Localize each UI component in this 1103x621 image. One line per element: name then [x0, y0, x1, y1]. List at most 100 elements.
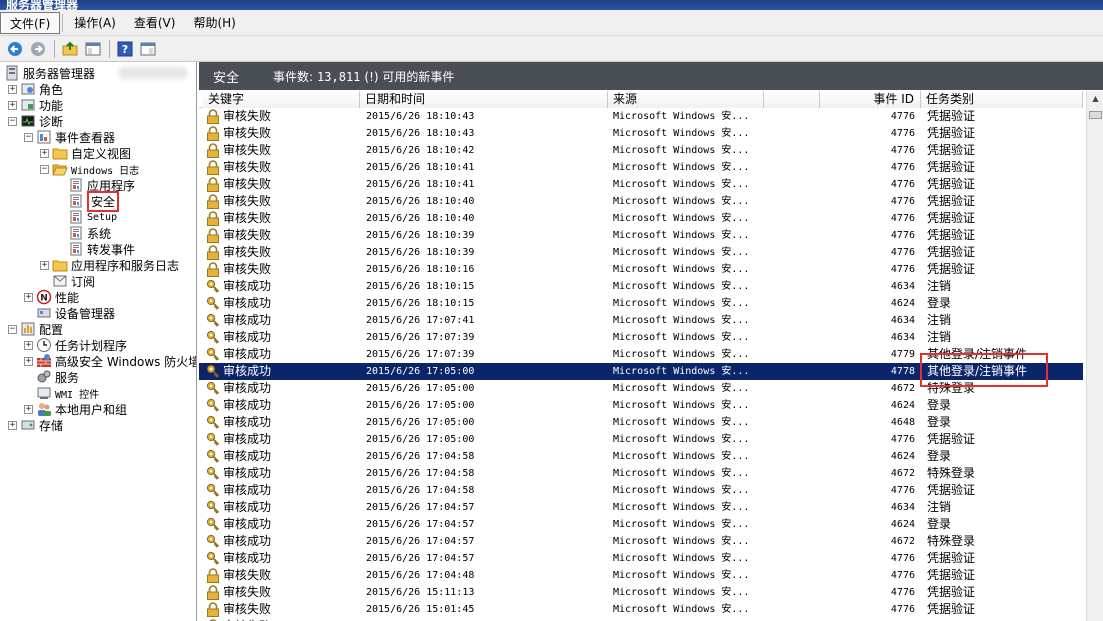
- navigation-tree[interactable]: 服务器管理器 + 角色 + 功能 − 诊断 − 事件查看器 + 自定义视图 − Windows 日志 应用…: [0, 62, 197, 621]
- help-icon[interactable]: ?: [114, 38, 136, 60]
- tree-item[interactable]: 转发事件: [68, 241, 135, 257]
- cell-keyword: 审核成功: [206, 516, 356, 533]
- tree-item[interactable]: 任务计划程序: [36, 337, 127, 353]
- cell-datetime: 2015/6/26 18:10:15: [366, 298, 475, 309]
- tree-item[interactable]: 存储: [20, 417, 63, 433]
- table-row[interactable]: 审核失败 2015/6/26 18:10:43 Microsoft Windows …: [199, 125, 1083, 142]
- tree-item[interactable]: 安全: [68, 190, 120, 212]
- new-events-notice[interactable]: (!) 可用的新事件: [364, 70, 454, 84]
- event-table[interactable]: 审核失败 2015/6/26 18:10:43 Microsoft Windows …: [199, 108, 1083, 621]
- tree-item[interactable]: 订阅: [52, 273, 95, 289]
- table-row[interactable]: 审核成功 2015/6/26 18:10:15 Microsoft Windows …: [199, 295, 1083, 312]
- tree-item[interactable]: 高级安全 Windows 防火墙: [36, 353, 196, 369]
- table-row[interactable]: 审核失败 2015/6/26 18:10:42 Microsoft Windows …: [199, 142, 1083, 159]
- tree-item[interactable]: N 性能: [36, 289, 79, 305]
- table-row[interactable]: 审核成功 2015/6/26 17:07:39 Microsoft Windows …: [199, 329, 1083, 346]
- table-row[interactable]: 审核成功 2015/6/26 17:05:00 Microsoft Windows …: [199, 363, 1083, 380]
- expand-toggle-icon[interactable]: +: [24, 341, 33, 350]
- action-pane-icon[interactable]: [137, 38, 159, 60]
- tree-item[interactable]: 功能: [20, 97, 63, 113]
- table-row[interactable]: 审核失败 2015/6/26 18:10:39 Microsoft Windows …: [199, 244, 1083, 261]
- cell-datetime: 2015/6/26 18:10:16: [366, 264, 475, 275]
- table-row[interactable]: 审核失败 2015/6/26 18:10:41 Microsoft Windows …: [199, 159, 1083, 176]
- table-row[interactable]: 审核成功 2015/6/26 17:04:57 Microsoft Windows …: [199, 516, 1083, 533]
- menu-item-1[interactable]: 操作(A): [65, 12, 125, 34]
- table-row[interactable]: 审核失败 2015/6/26 18:10:40 Microsoft Windows …: [199, 210, 1083, 227]
- tree-item-label: 订阅: [71, 274, 96, 289]
- cell-keyword: 审核成功: [206, 465, 356, 482]
- cell-task-category: 注销: [927, 279, 952, 293]
- column-header-task-category[interactable]: 任务类别: [921, 91, 1083, 108]
- table-row[interactable]: 审核成功 2015/6/26 17:05:00 Microsoft Windows …: [199, 397, 1083, 414]
- table-row[interactable]: 审核成功 2015/6/26 17:05:00 Microsoft Windows …: [199, 380, 1083, 397]
- tree-item[interactable]: 本地用户和组: [36, 401, 127, 417]
- cell-event-id: 4778: [890, 366, 915, 377]
- back-icon[interactable]: [4, 38, 26, 60]
- tree-item[interactable]: 设备管理器: [36, 305, 115, 321]
- expand-toggle-icon[interactable]: +: [24, 405, 33, 414]
- table-row[interactable]: 审核成功 2015/6/26 17:05:00 Microsoft Windows …: [199, 414, 1083, 431]
- table-row[interactable]: 审核成功 2015/6/26 17:05:00 Microsoft Windows …: [199, 431, 1083, 448]
- expand-toggle-icon[interactable]: +: [8, 101, 17, 110]
- column-header-keyword[interactable]: 关键字: [203, 91, 360, 108]
- keyword-text: 审核失败: [223, 194, 272, 208]
- tree-item[interactable]: WMI 控件: [36, 385, 99, 401]
- cell-source: Microsoft Windows 安...: [613, 349, 750, 360]
- up-folder-icon[interactable]: [59, 38, 81, 60]
- tree-item[interactable]: 角色: [20, 81, 63, 97]
- expand-toggle-icon[interactable]: +: [8, 421, 17, 430]
- vertical-scrollbar[interactable]: ▲: [1086, 91, 1103, 621]
- cell-source: Microsoft Windows 安...: [613, 264, 750, 275]
- table-row[interactable]: 审核成功 2015/6/26 17:07:41 Microsoft Windows …: [199, 312, 1083, 329]
- table-row[interactable]: 审核失败 2015/6/26 17:04:48 Microsoft Windows …: [199, 567, 1083, 584]
- keyword-text: 审核成功: [223, 296, 272, 310]
- menu-item-2[interactable]: 查看(V): [125, 12, 185, 34]
- tree-item[interactable]: 服务: [36, 369, 79, 385]
- table-row[interactable]: 审核失败 2015/6/26 15:01:45 Microsoft Windows …: [199, 601, 1083, 618]
- column-header-source[interactable]: 来源: [608, 91, 764, 108]
- collapse-toggle-icon[interactable]: −: [24, 133, 33, 142]
- table-row[interactable]: 审核失败 2015/6/26 18:10:40 Microsoft Windows …: [199, 193, 1083, 210]
- tree-item[interactable]: 自定义视图: [52, 145, 131, 161]
- show-hide-tree-icon[interactable]: [82, 38, 104, 60]
- column-header-datetime[interactable]: 日期和时间: [360, 91, 608, 108]
- collapse-toggle-icon[interactable]: −: [8, 117, 17, 126]
- tree-item[interactable]: 服务器管理器: [4, 65, 95, 81]
- tree-item[interactable]: 应用程序和服务日志: [52, 257, 179, 273]
- tree-item[interactable]: 诊断: [20, 113, 63, 129]
- scroll-up-arrow-icon[interactable]: ▲: [1088, 91, 1103, 106]
- table-row[interactable]: 审核失败 2015/6/26 15:11:13 Microsoft Windows …: [199, 584, 1083, 601]
- table-row[interactable]: 审核成功 2015/6/26 17:04:57 Microsoft Windows …: [199, 533, 1083, 550]
- expand-toggle-icon[interactable]: +: [40, 149, 49, 158]
- table-row[interactable]: 审核失败 2015/6/26 18:10:43 Microsoft Windows …: [199, 108, 1083, 125]
- table-row[interactable]: 审核成功 2015/6/26 17:04:58 Microsoft Windows …: [199, 465, 1083, 482]
- column-header-event-id[interactable]: 事件 ID: [819, 91, 921, 108]
- table-row[interactable]: 审核成功 2015/6/26 17:04:57 Microsoft Windows …: [199, 550, 1083, 567]
- forward-icon[interactable]: [27, 38, 49, 60]
- tree-item[interactable]: 系统: [68, 225, 111, 241]
- tree-item[interactable]: 配置: [20, 321, 63, 337]
- collapse-toggle-icon[interactable]: −: [8, 325, 17, 334]
- menu-item-3[interactable]: 帮助(H): [184, 12, 244, 34]
- expand-toggle-icon[interactable]: +: [8, 85, 17, 94]
- cell-datetime: 2015/6/26 15:11:13: [366, 587, 475, 598]
- table-row[interactable]: 审核成功 2015/6/26 17:04:58 Microsoft Windows …: [199, 448, 1083, 465]
- expand-toggle-icon[interactable]: +: [24, 357, 33, 366]
- table-row[interactable]: 审核成功 2015/6/26 17:04:57 Microsoft Windows …: [199, 499, 1083, 516]
- scrollbar-thumb[interactable]: [1089, 111, 1102, 119]
- table-row[interactable]: 审核成功 2015/6/26 18:10:15 Microsoft Windows …: [199, 278, 1083, 295]
- expand-toggle-icon[interactable]: +: [40, 261, 49, 270]
- tree-item[interactable]: Setup: [68, 209, 117, 225]
- tree-item[interactable]: Windows 日志: [52, 161, 139, 177]
- expand-toggle-icon[interactable]: +: [24, 293, 33, 302]
- table-row[interactable]: 审核成功 2015/6/26 17:04:58 Microsoft Windows …: [199, 482, 1083, 499]
- table-row[interactable]: 审核失败 2015/6/26 18:10:16 Microsoft Windows …: [199, 261, 1083, 278]
- collapse-toggle-icon[interactable]: −: [40, 165, 49, 174]
- cell-source: Microsoft Windows 安...: [613, 315, 750, 326]
- table-row[interactable]: 审核成功 2015/6/26 17:07:39 Microsoft Windows …: [199, 346, 1083, 363]
- menu-item-0[interactable]: 文件(F): [0, 11, 61, 34]
- tree-item[interactable]: 事件查看器: [36, 129, 115, 145]
- table-row[interactable]: 审核失败 2015/6/26 18:10:39 Microsoft Windows …: [199, 227, 1083, 244]
- table-row[interactable]: 审核失败 2015/6/26 18:10:41 Microsoft Windows …: [199, 176, 1083, 193]
- key-icon: [206, 398, 223, 413]
